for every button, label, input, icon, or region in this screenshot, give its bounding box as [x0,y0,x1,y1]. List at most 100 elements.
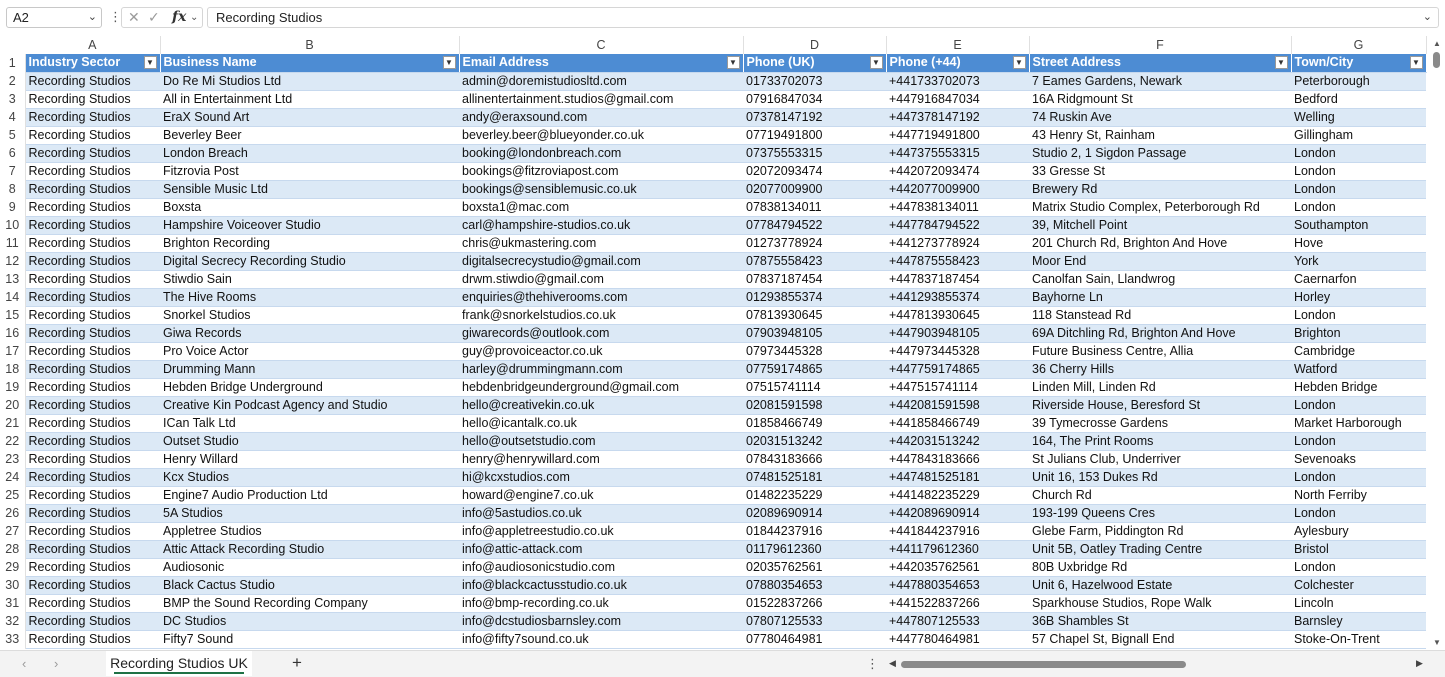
table-cell[interactable]: London [1291,306,1426,325]
table-cell[interactable]: 01482235229 [743,486,886,505]
table-cell[interactable]: Recording Studios [25,72,160,91]
table-cell[interactable]: +447837187454 [886,270,1029,289]
table-cell[interactable]: Kcx Studios [160,468,459,487]
table-cell[interactable]: 201 Church Rd, Brighton And Hove [1029,234,1291,253]
table-cell[interactable]: Hove [1291,234,1426,253]
table-cell[interactable]: Recording Studios [25,144,160,163]
table-cell[interactable]: chris@ukmastering.com [459,234,743,253]
table-cell[interactable]: Sevenoaks [1291,450,1426,469]
vertical-scrollbar[interactable]: ▲ ▼ [1429,36,1445,650]
row-number[interactable]: 32 [0,612,26,630]
table-cell[interactable]: 43 Henry St, Rainham [1029,126,1291,145]
table-cell[interactable]: +447916847034 [886,90,1029,109]
row-number[interactable]: 25 [0,486,26,504]
table-cell[interactable]: London [1291,144,1426,163]
table-cell[interactable]: Digital Secrecy Recording Studio [160,252,459,271]
row-number[interactable]: 10 [0,216,26,234]
table-cell[interactable]: boxsta1@mac.com [459,198,743,217]
table-cell[interactable]: Recording Studios [25,396,160,415]
table-cell[interactable]: howard@engine7.co.uk [459,486,743,505]
table-cell[interactable]: Recording Studios [25,234,160,253]
table-cell[interactable]: 07903948105 [743,324,886,343]
table-cell[interactable]: 36 Cherry Hills [1029,360,1291,379]
scroll-left-icon[interactable]: ◀ [889,658,896,669]
vertical-scroll-thumb[interactable] [1433,52,1440,68]
table-cell[interactable]: 07378147192 [743,108,886,127]
table-cell[interactable]: London Breach [160,144,459,163]
table-cell[interactable]: +447375553315 [886,144,1029,163]
table-cell[interactable]: 01179612360 [743,540,886,559]
table-cell[interactable]: Glebe Farm, Piddington Rd [1029,522,1291,541]
table-cell[interactable]: +447903948105 [886,324,1029,343]
table-cell[interactable]: London [1291,396,1426,415]
table-cell[interactable]: andy@eraxsound.com [459,108,743,127]
table-cell[interactable]: Recording Studios [25,108,160,127]
table-cell[interactable]: 57 Chapel St, Bignall End [1029,630,1291,649]
table-cell[interactable]: +441522837266 [886,594,1029,613]
row-number[interactable]: 19 [0,378,26,396]
table-cell[interactable]: 07784794522 [743,216,886,235]
table-cell[interactable]: +441858466749 [886,414,1029,433]
scroll-right-icon[interactable]: ▶ [1416,658,1423,669]
row-number[interactable]: 14 [0,288,26,306]
table-cell[interactable]: Bristol [1291,540,1426,559]
table-cell[interactable]: +442089690914 [886,504,1029,523]
table-cell[interactable]: Moor End [1029,252,1291,271]
table-cell[interactable]: Recording Studios [25,90,160,109]
table-cell[interactable]: London [1291,198,1426,217]
table-cell[interactable]: BMP the Sound Recording Company [160,594,459,613]
scroll-down-icon[interactable]: ▼ [1433,638,1441,647]
table-cell[interactable]: Drumming Mann [160,360,459,379]
table-cell[interactable]: Gillingham [1291,126,1426,145]
table-cell[interactable]: 7 Eames Gardens, Newark [1029,72,1291,91]
header-cell[interactable]: Industry Sector ▼ [25,54,161,73]
filter-dropdown-icon[interactable]: ▼ [1012,56,1026,69]
expand-formula-icon[interactable]: ⌄ [1423,8,1432,27]
table-cell[interactable]: Recording Studios [25,522,160,541]
table-cell[interactable]: Studio 2, 1 Sigdon Passage [1029,144,1291,163]
table-cell[interactable]: 02077009900 [743,180,886,199]
header-cell[interactable]: Town/City ▼ [1291,54,1427,73]
prev-sheet-icon[interactable]: ‹ [22,656,26,671]
table-cell[interactable]: Horley [1291,288,1426,307]
table-cell[interactable]: Recording Studios [25,558,160,577]
table-cell[interactable]: Recording Studios [25,252,160,271]
table-cell[interactable]: Stoke-On-Trent [1291,630,1426,649]
table-cell[interactable]: Hebden Bridge Underground [160,378,459,397]
select-all-corner[interactable] [0,36,25,54]
table-cell[interactable]: North Ferriby [1291,486,1426,505]
table-cell[interactable]: +441273778924 [886,234,1029,253]
table-cell[interactable]: Lincoln [1291,594,1426,613]
table-cell[interactable]: Recording Studios [25,180,160,199]
table-cell[interactable]: 02072093474 [743,162,886,181]
table-cell[interactable]: Matrix Studio Complex, Peterborough Rd [1029,198,1291,217]
table-cell[interactable]: 07837187454 [743,270,886,289]
row-number[interactable]: 13 [0,270,26,288]
table-cell[interactable]: Sensible Music Ltd [160,180,459,199]
table-cell[interactable]: Recording Studios [25,504,160,523]
table-cell[interactable]: 39 Tymecrosse Gardens [1029,414,1291,433]
filter-dropdown-icon[interactable]: ▼ [1409,56,1423,69]
row-number[interactable]: 7 [0,162,26,180]
row-number[interactable]: 21 [0,414,26,432]
table-cell[interactable]: Recording Studios [25,486,160,505]
table-cell[interactable]: booking@londonbreach.com [459,144,743,163]
table-cell[interactable]: hi@kcxstudios.com [459,468,743,487]
horizontal-scroll-thumb[interactable] [901,661,1186,668]
scroll-up-icon[interactable]: ▲ [1433,39,1441,48]
row-number[interactable]: 3 [0,90,26,108]
row-number[interactable]: 16 [0,324,26,342]
table-cell[interactable]: Colchester [1291,576,1426,595]
table-cell[interactable]: Unit 6, Hazelwood Estate [1029,576,1291,595]
table-cell[interactable]: +447843183666 [886,450,1029,469]
table-cell[interactable]: bookings@fitzroviapost.com [459,162,743,181]
row-number[interactable]: 23 [0,450,26,468]
table-cell[interactable]: 07375553315 [743,144,886,163]
table-cell[interactable]: allinentertainment.studios@gmail.com [459,90,743,109]
row-number[interactable]: 24 [0,468,26,486]
name-box[interactable]: A2 ⌄ [6,7,102,28]
table-cell[interactable]: 02031513242 [743,432,886,451]
filter-dropdown-icon[interactable]: ▼ [726,56,740,69]
table-cell[interactable]: Recording Studios [25,450,160,469]
table-cell[interactable]: giwarecords@outlook.com [459,324,743,343]
